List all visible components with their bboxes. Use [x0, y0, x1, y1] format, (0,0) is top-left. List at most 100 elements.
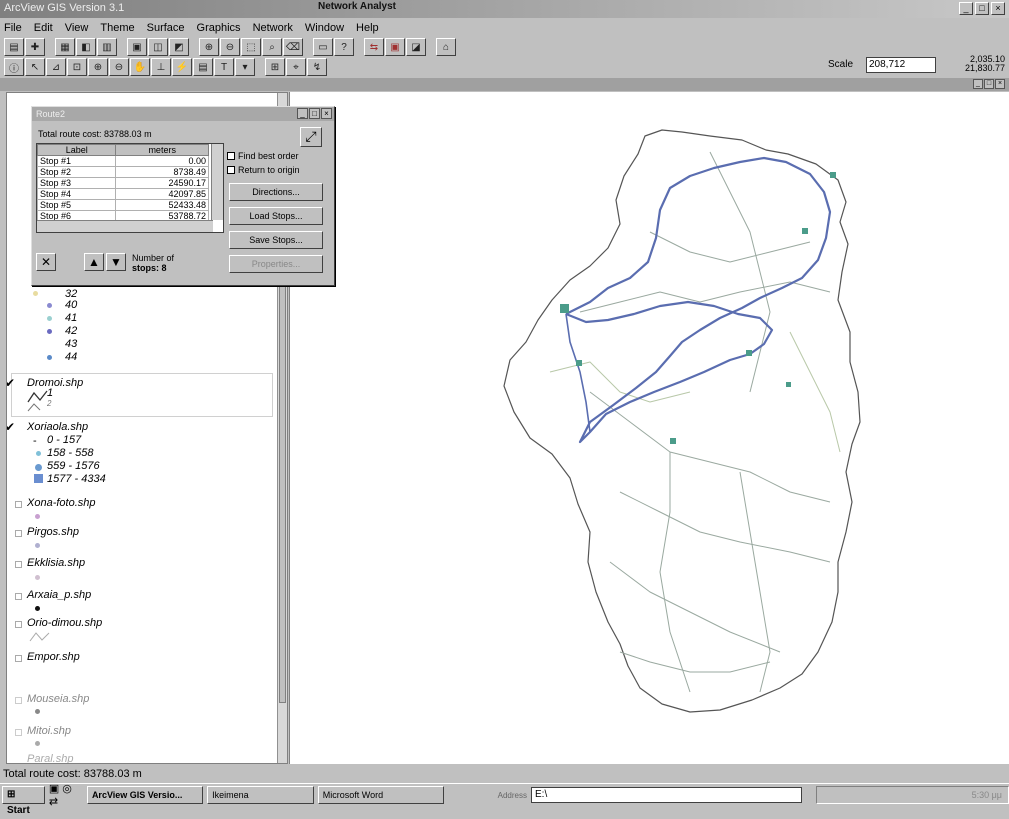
visibility-checkbox[interactable] [15, 593, 22, 600]
directions-button[interactable]: Directions... [229, 183, 323, 201]
solve-icon[interactable]: ↯ [307, 58, 327, 76]
menu-theme[interactable]: Theme [100, 22, 134, 34]
visibility-checkbox[interactable] [15, 697, 22, 704]
task-word[interactable]: Microsoft Word [317, 786, 444, 804]
task-ikeimena[interactable]: Ikeimena [207, 786, 314, 804]
checkbox-box[interactable] [227, 166, 235, 174]
layer-name[interactable]: Ekklisia.shp [27, 557, 85, 569]
layer-name[interactable]: Xona-foto.shp [27, 497, 96, 509]
view-maximize-button[interactable]: □ [984, 79, 994, 89]
identify-icon[interactable]: ⓘ [4, 58, 24, 76]
table-row[interactable]: Stop #4 42097.85 [36, 188, 209, 200]
select-feature-icon[interactable]: ⬚ [241, 38, 261, 56]
zoom-in-icon[interactable]: ⊕ [199, 38, 219, 56]
layer-name[interactable]: Mouseia.shp [27, 693, 89, 705]
pointer-icon[interactable]: ↖ [25, 58, 45, 76]
layer-name[interactable]: Paral.shp [27, 753, 73, 763]
menu-surface[interactable]: Surface [147, 22, 185, 34]
checkmark-icon[interactable]: ✔ [7, 376, 15, 390]
network-extra-icon[interactable]: ⌂ [436, 38, 456, 56]
column-header-meters[interactable]: meters [115, 144, 209, 156]
task-arcview[interactable]: ArcView GIS Versio... [86, 786, 204, 804]
table-row[interactable]: Stop #2 8738.49 [36, 166, 209, 178]
table-row[interactable]: Stop #1 0.00 [36, 155, 209, 167]
address-input[interactable]: E:\ [531, 787, 802, 803]
save-stops-button[interactable]: Save Stops... [229, 231, 323, 249]
quick-launch-icon[interactable]: ▣ ◎ ⇄ [49, 782, 83, 808]
vertex-edit-icon[interactable]: ⊿ [46, 58, 66, 76]
visibility-checkbox[interactable] [15, 501, 22, 508]
map-view[interactable] [289, 92, 1009, 764]
find-best-order-checkbox[interactable]: Find best order [227, 151, 299, 161]
layer-name[interactable]: Orio-dimou.shp [27, 617, 102, 629]
stops-table[interactable]: Label meters Stop #1 0.00 Stop #2 8738.49 … [36, 143, 224, 233]
view-minimize-button[interactable]: _ [973, 79, 983, 89]
help-icon[interactable]: ? [334, 38, 354, 56]
visibility-checkbox[interactable] [15, 729, 22, 736]
move-down-button[interactable]: ▼ [106, 253, 126, 271]
network-route-icon[interactable]: ⇆ [364, 38, 384, 56]
table-horizontal-scrollbar[interactable] [37, 220, 213, 232]
checkbox-box[interactable] [227, 152, 235, 160]
layer-name[interactable]: Mitoi.shp [27, 725, 71, 737]
layer-name-dromoi[interactable]: Dromoi.shp [27, 377, 83, 389]
text-icon[interactable]: T [214, 58, 234, 76]
dialog-maximize-button[interactable]: □ [309, 108, 320, 119]
return-to-origin-checkbox[interactable]: Return to origin [227, 165, 300, 175]
table-row[interactable]: Stop #5 52433.48 [36, 199, 209, 211]
measure-icon[interactable]: ⊥ [151, 58, 171, 76]
view-close-button[interactable]: × [995, 79, 1005, 89]
table-vertical-scrollbar[interactable] [211, 144, 223, 220]
menu-edit[interactable]: Edit [34, 22, 53, 34]
table-row[interactable]: Stop #3 24590.17 [36, 177, 209, 189]
zoom-active-icon[interactable]: ◫ [148, 38, 168, 56]
pan-icon[interactable]: ✋ [130, 58, 150, 76]
minimize-button[interactable]: _ [959, 2, 973, 15]
layer-name[interactable]: Empor.shp [27, 651, 80, 663]
save-icon[interactable]: ▤ [4, 38, 24, 56]
close-button[interactable]: × [991, 2, 1005, 15]
network-facility-icon[interactable]: ▣ [385, 38, 405, 56]
zoom-in-tool-icon[interactable]: ⊕ [88, 58, 108, 76]
checkmark-icon[interactable]: ✔ [7, 420, 15, 434]
layer-name[interactable]: Pirgos.shp [27, 526, 79, 538]
legend-editor-icon[interactable]: ◧ [76, 38, 96, 56]
add-barrier-icon[interactable]: ⌖ [286, 58, 306, 76]
select-area-icon[interactable]: ⊡ [67, 58, 87, 76]
scale-input[interactable]: 208,712 [866, 57, 936, 73]
query-builder-icon[interactable]: ⌕ [262, 38, 282, 56]
start-button[interactable]: ⊞ Start [2, 786, 45, 816]
move-up-button[interactable]: ▲ [84, 253, 104, 271]
delete-stop-button[interactable]: ✕ [36, 253, 56, 271]
properties-button[interactable]: Properties... [229, 255, 323, 273]
load-stops-button[interactable]: Load Stops... [229, 207, 323, 225]
menu-view[interactable]: View [65, 22, 89, 34]
visibility-checkbox[interactable] [15, 655, 22, 662]
zoom-out-icon[interactable]: ⊖ [220, 38, 240, 56]
draw-icon[interactable]: ▾ [235, 58, 255, 76]
solve-route-button[interactable]: ⤢ [300, 127, 322, 147]
menu-graphics[interactable]: Graphics [197, 22, 241, 34]
visibility-checkbox[interactable] [15, 561, 22, 568]
layout-icon[interactable]: ▭ [313, 38, 333, 56]
menu-file[interactable]: File [4, 22, 22, 34]
menu-help[interactable]: Help [356, 22, 379, 34]
table-icon[interactable]: ▥ [97, 38, 117, 56]
column-header-label[interactable]: Label [36, 144, 117, 156]
hotlink-icon[interactable]: ⚡ [172, 58, 192, 76]
menu-window[interactable]: Window [305, 22, 344, 34]
label-icon[interactable]: ▤ [193, 58, 213, 76]
add-theme-icon[interactable]: ✚ [25, 38, 45, 56]
visibility-checkbox[interactable] [15, 530, 22, 537]
dialog-close-button[interactable]: × [321, 108, 332, 119]
add-stop-icon[interactable]: ⊞ [265, 58, 285, 76]
dialog-minimize-button[interactable]: _ [297, 108, 308, 119]
zoom-full-icon[interactable]: ▣ [127, 38, 147, 56]
layer-name-xoriaola[interactable]: Xoriaola.shp [27, 421, 88, 433]
zoom-selected-icon[interactable]: ◩ [169, 38, 189, 56]
map-canvas[interactable] [290, 92, 1009, 764]
maximize-button[interactable]: □ [975, 2, 989, 15]
layer-name[interactable]: Arxaia_p.shp [27, 589, 91, 601]
visibility-checkbox[interactable] [15, 621, 22, 628]
clear-selection-icon[interactable]: ⌫ [283, 38, 303, 56]
